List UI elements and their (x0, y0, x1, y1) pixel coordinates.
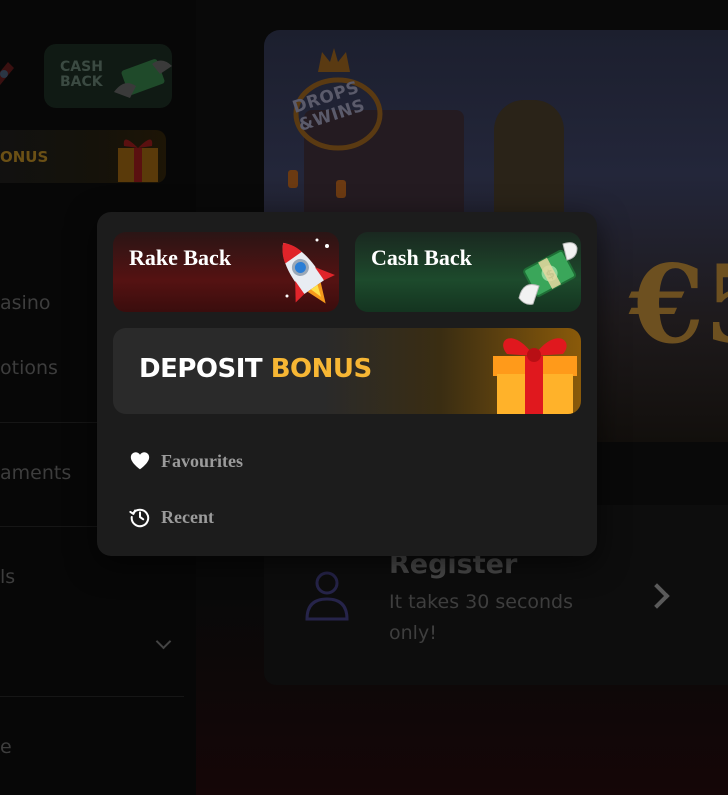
recent-link[interactable]: Recent (129, 502, 214, 532)
cashback-label: Cash Back (371, 245, 472, 270)
rocket-icon (0, 62, 14, 86)
bonus-word: BONUS (270, 354, 373, 384)
favourites-label: Favourites (161, 450, 243, 471)
deposit-bonus-title: DEPOSIT BONUS (139, 354, 372, 384)
deposit-word: DEPOSIT (139, 354, 263, 384)
sidebar-cashback-tile[interactable]: CASH BACK (44, 44, 172, 108)
recent-label: Recent (161, 506, 214, 527)
register-subtitle: It takes 30 seconds only! (389, 591, 574, 644)
lamp-icon (336, 180, 346, 198)
user-icon (305, 571, 349, 621)
cashback-tile[interactable]: Cash Back $ (355, 232, 581, 312)
banner-amount: €5 (629, 242, 728, 368)
history-icon (129, 508, 150, 528)
rocket-icon (282, 238, 335, 304)
lamp-icon (288, 170, 298, 188)
banner-character-art (494, 100, 564, 230)
heart-icon (130, 452, 150, 470)
quick-menu-popup: Rake Back Cash Back $ (97, 212, 597, 556)
sidebar-item-tournaments[interactable]: aments (0, 462, 71, 484)
favourites-link[interactable]: Favourites (129, 446, 243, 476)
chevron-right-icon[interactable] (644, 583, 670, 609)
sidebar-bonus-label: ONUS (0, 148, 49, 166)
deposit-bonus-banner[interactable]: DEPOSIT BONUS (113, 328, 581, 414)
sidebar-divider (0, 696, 184, 697)
sidebar-item-unknown[interactable]: ls (0, 566, 15, 588)
sidebar-deposit-bonus-tile[interactable]: ONUS (0, 130, 166, 183)
gift-icon (493, 338, 577, 414)
gift-icon (118, 139, 158, 182)
sidebar-item-casino[interactable]: asino (0, 292, 51, 314)
sidebar-item-promotions[interactable]: otions (0, 357, 58, 379)
sidebar-item-unknown[interactable]: e (0, 736, 12, 758)
drops-and-wins-logo: DROPS &WINS (290, 44, 390, 154)
sidebar-rakeback-tile[interactable] (0, 44, 30, 108)
money-wings-icon: $ (518, 242, 578, 305)
chevron-down-icon[interactable] (155, 633, 172, 650)
rakeback-label: Rake Back (129, 245, 232, 270)
money-wings-icon (114, 59, 172, 98)
rakeback-tile[interactable]: Rake Back (113, 232, 339, 312)
